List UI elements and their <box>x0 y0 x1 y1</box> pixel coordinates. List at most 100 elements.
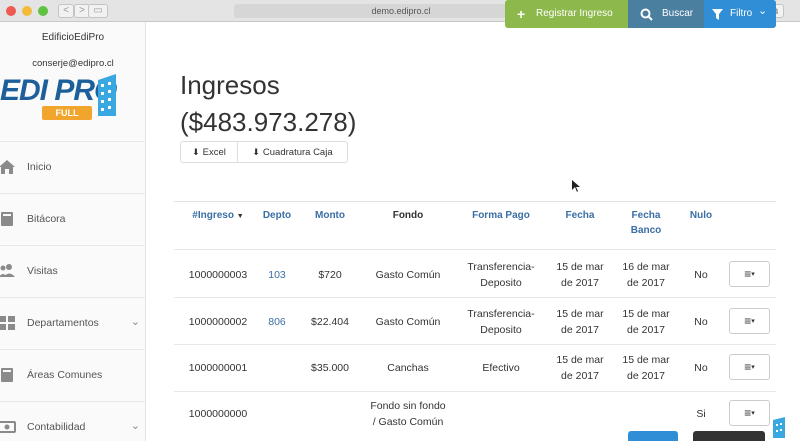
sidebar-item-departamentos[interactable]: Departamentos ⌄ <box>0 297 146 349</box>
sidebar-item-visitas[interactable]: Visitas <box>0 245 146 297</box>
col-header-depto[interactable]: Depto <box>255 208 299 223</box>
cell-forma-pago: Transferencia- Deposito <box>456 306 546 338</box>
caret-down-icon: ▾ <box>751 270 755 278</box>
cell-fecha-line: 15 de mar <box>556 261 604 273</box>
col-header-ingreso[interactable]: #Ingreso ▼ <box>187 208 249 224</box>
cell-nulo: Si <box>696 408 706 420</box>
sidebar-toggle-icon[interactable]: ▭ <box>88 4 108 18</box>
cell-fecha-banco: 16 de mar de 2017 <box>616 259 676 291</box>
table-top-border <box>174 201 776 202</box>
row-actions-button[interactable]: ≡▾ <box>729 308 770 334</box>
cell-forma-pago-line: Deposito <box>480 277 522 289</box>
cell-nulo: No <box>694 269 708 281</box>
cell-fecha-banco-line: 15 de mar <box>622 354 670 366</box>
export-cuadratura-label: Cuadratura Caja <box>262 147 333 158</box>
export-excel-label: Excel <box>202 147 226 158</box>
buscar-button[interactable]: Buscar <box>628 0 704 28</box>
cell-fecha-banco-line: 16 de mar <box>622 261 670 273</box>
cell-fondo-line: Canchas <box>387 362 429 374</box>
minimize-window-button[interactable] <box>22 6 32 16</box>
filter-icon <box>712 9 723 20</box>
cell-nulo: No <box>694 362 708 374</box>
cell-fecha: 15 de mar de 2017 <box>550 306 610 338</box>
total-amount: ($483.973.278) <box>180 107 357 137</box>
registrar-ingreso-button[interactable]: + Registrar Ingreso <box>505 0 628 28</box>
row-divider <box>174 344 776 345</box>
download-icon: ⬇ <box>252 147 260 157</box>
cell-forma-pago-line: Efectivo <box>482 362 520 374</box>
money-icon <box>0 421 16 433</box>
row-actions-button[interactable]: ≡▾ <box>729 354 770 380</box>
cell-fecha-line: de 2017 <box>561 324 599 336</box>
chevron-down-icon: ⌄ <box>130 420 140 432</box>
maximize-window-button[interactable] <box>38 6 48 16</box>
cell-fondo: Gasto Común <box>362 267 454 283</box>
col-header-fecha[interactable]: Fecha <box>552 208 608 223</box>
mouse-cursor-icon <box>572 180 580 192</box>
cell-forma-pago: Transferencia- Deposito <box>456 259 546 291</box>
caret-down-icon: ▾ <box>751 363 755 371</box>
filtro-label: Filtro <box>730 8 753 19</box>
back-button[interactable]: < <box>58 4 74 18</box>
sidebar-item-label: Contabilidad <box>27 421 86 433</box>
logo-badge: FULL <box>42 106 92 120</box>
user-email: conserje@edipro.cl <box>32 58 114 69</box>
cell-monto: $720 <box>318 269 342 281</box>
row-actions-button[interactable]: ≡▾ <box>729 400 770 426</box>
row-actions-button[interactable]: ≡▾ <box>729 261 770 287</box>
cell-fecha-banco-line: 15 de mar <box>622 308 670 320</box>
col-header-nulo[interactable]: Nulo <box>684 208 718 223</box>
cell-monto: $22.404 <box>311 316 349 328</box>
col-header-monto[interactable]: Monto <box>305 208 355 223</box>
cell-fecha-banco-line: de 2017 <box>627 370 665 382</box>
cell-depto[interactable]: 806 <box>255 314 299 330</box>
edipro-logo[interactable]: EDI PRO FULL <box>0 70 146 126</box>
row-divider <box>174 249 776 250</box>
chevron-down-icon: ⌄ <box>758 5 768 17</box>
cell-forma-pago-line: Transferencia- <box>467 308 535 320</box>
col-header-fecha-banco[interactable]: Fecha Banco <box>616 208 676 238</box>
sidebar-item-contabilidad[interactable]: Contabilidad ⌄ <box>0 401 146 441</box>
registrar-ingreso-label: Registrar Ingreso <box>536 8 613 19</box>
building-name: EdificioEdiPro <box>41 32 105 43</box>
cell-fecha-banco-line: de 2017 <box>627 277 665 289</box>
cell-ingreso: 1000000001 <box>188 362 248 374</box>
sidebar-item-inicio[interactable]: Inicio <box>0 141 146 193</box>
book-icon <box>1 212 13 226</box>
caret-down-icon: ▾ <box>751 409 755 417</box>
bottom-primary-button[interactable] <box>628 431 678 441</box>
buscar-label: Buscar <box>662 8 694 19</box>
export-excel-button[interactable]: ⬇ Excel <box>180 141 238 163</box>
book-icon <box>1 368 13 382</box>
plus-icon: + <box>517 6 526 22</box>
col-header-forma-pago[interactable]: Forma Pago <box>458 208 544 223</box>
users-icon <box>0 264 15 277</box>
cell-depto[interactable]: 103 <box>255 267 299 283</box>
filtro-button[interactable]: Filtro ⌄ <box>704 0 776 28</box>
sidebar-item-bitacora[interactable]: Bitácora <box>0 193 146 245</box>
cell-fecha-line: de 2017 <box>561 370 599 382</box>
caret-down-icon: ▾ <box>751 317 755 325</box>
cell-fecha-line: 15 de mar <box>556 354 604 366</box>
close-window-button[interactable] <box>6 6 16 16</box>
home-icon <box>0 160 15 174</box>
building-logo-icon <box>773 417 785 438</box>
cell-fecha-line: 15 de mar <box>556 308 604 320</box>
sidebar-item-label: Visitas <box>27 265 58 277</box>
cell-forma-pago: Efectivo <box>456 360 546 376</box>
cell-forma-pago-line: Deposito <box>480 324 522 336</box>
cell-fondo-line: Fondo sin fondo <box>370 400 446 412</box>
bottom-dark-button[interactable] <box>693 431 765 441</box>
cell-ingreso: 1000000000 <box>188 408 248 420</box>
building-logo-icon <box>98 74 116 116</box>
cell-ingreso: 1000000002 <box>188 316 248 328</box>
export-cuadratura-button[interactable]: ⬇ Cuadratura Caja <box>238 141 348 163</box>
cell-monto: $35.000 <box>311 362 349 374</box>
cell-fondo-line: Gasto Común <box>375 269 441 281</box>
chevron-down-icon: ⌄ <box>130 316 140 328</box>
page-title: Ingresos <box>180 70 280 100</box>
sidebar-item-areas-comunes[interactable]: Áreas Comunes <box>0 349 146 401</box>
cell-fecha-banco-line: de 2017 <box>627 324 665 336</box>
download-icon: ⬇ <box>192 147 200 157</box>
col-header-fondo: Fondo <box>392 210 424 221</box>
